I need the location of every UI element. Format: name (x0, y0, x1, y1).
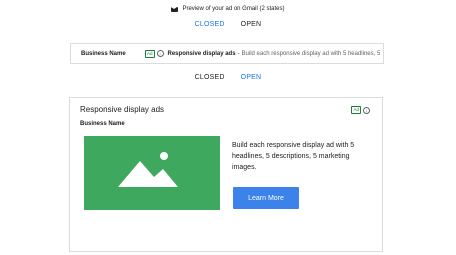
toggle-open-top[interactable]: OPEN (241, 21, 262, 33)
toggle-closed-top[interactable]: CLOSED (195, 21, 225, 33)
info-icon[interactable]: i (363, 106, 370, 114)
collapsed-ad-description: Build each responsive display ad with 5 … (241, 50, 381, 57)
toggle-closed-bottom[interactable]: CLOSED (195, 74, 225, 86)
preview-caption-text: Preview of your ad on Gmail (2 states) (182, 6, 285, 12)
info-icon[interactable]: i (156, 50, 164, 57)
ad-badge: Ad (145, 49, 155, 58)
preview-caption: Preview of your ad on Gmail (2 states) (0, 3, 456, 15)
toggle-open-bottom[interactable]: OPEN (241, 74, 262, 86)
collapsed-business-name: Business Name (81, 50, 126, 57)
expanded-badges: Ad i (351, 106, 370, 114)
expanded-ad-title: Responsive display ads (80, 105, 165, 114)
ad-badge: Ad (351, 106, 361, 114)
ad-image (84, 136, 220, 210)
learn-more-button[interactable]: Learn More (233, 187, 299, 209)
state-toggle-top: CLOSED OPEN (0, 21, 456, 33)
collapsed-ad-card[interactable]: Business Name Ad i Responsive display ad… (70, 43, 384, 64)
state-toggle-bottom: CLOSED OPEN (0, 74, 456, 86)
expanded-business-name: Business Name (80, 121, 125, 127)
image-placeholder-icon (118, 152, 178, 187)
collapsed-ad-title: Responsive display ads (167, 50, 236, 57)
expanded-ad-card: Responsive display ads Ad i Business Nam… (69, 97, 383, 252)
mail-icon (171, 6, 179, 12)
collapsed-separator: - (237, 50, 240, 57)
expanded-ad-description: Build each responsive display ad with 5 … (232, 142, 355, 171)
